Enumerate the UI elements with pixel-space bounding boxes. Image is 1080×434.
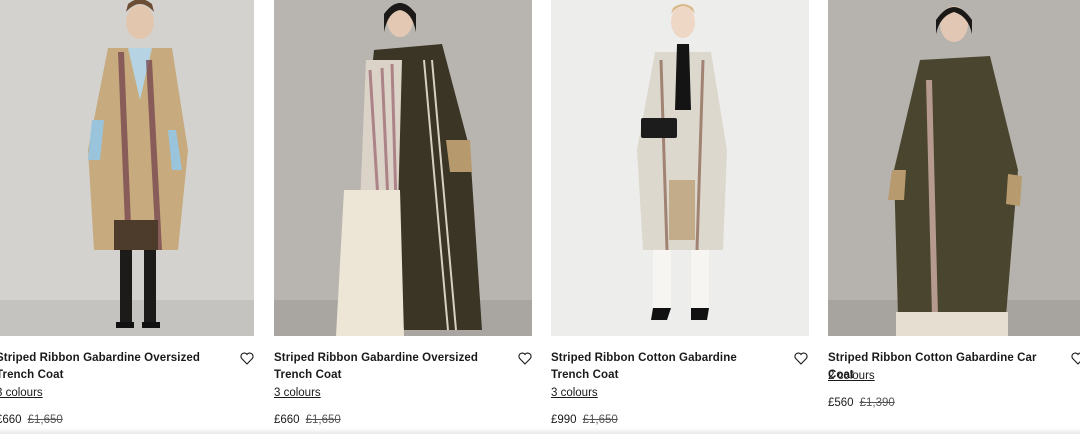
product-card[interactable]: Striped Ribbon Cotton Gabardine Trench C… bbox=[551, 0, 809, 434]
original-price: £1,650 bbox=[27, 414, 63, 426]
colour-count-link[interactable]: 3 colours bbox=[0, 386, 43, 400]
heart-outline-icon[interactable] bbox=[518, 352, 532, 365]
product-image[interactable] bbox=[274, 0, 532, 336]
heart-outline-icon[interactable] bbox=[794, 352, 808, 365]
sale-price: £560 bbox=[828, 397, 854, 409]
original-price: £1,390 bbox=[859, 397, 895, 409]
colour-count-link[interactable]: 3 colours bbox=[551, 386, 598, 400]
product-card[interactable]: Striped Ribbon Gabardine Oversized Trenc… bbox=[0, 0, 254, 434]
heart-outline-icon[interactable] bbox=[1071, 352, 1080, 365]
bottom-fade bbox=[0, 428, 1080, 434]
original-price: £1,650 bbox=[582, 414, 618, 426]
product-card[interactable]: Striped Ribbon Cotton Gabardine Car Coat… bbox=[828, 0, 1080, 434]
sale-price: £990 bbox=[551, 414, 577, 426]
product-title[interactable]: Striped Ribbon Gabardine Oversized Trenc… bbox=[274, 350, 500, 384]
product-image[interactable] bbox=[828, 0, 1080, 336]
colour-count-link[interactable]: 3 colours bbox=[274, 386, 321, 400]
price-row: £660 £1,650 bbox=[274, 413, 341, 427]
colour-count-link[interactable]: 2 colours bbox=[828, 369, 875, 383]
price-row: £660 £1,650 bbox=[0, 413, 63, 427]
price-row: £560 £1,390 bbox=[828, 396, 895, 410]
sale-price: £660 bbox=[0, 414, 22, 426]
product-grid: Striped Ribbon Gabardine Oversized Trenc… bbox=[0, 0, 1080, 434]
price-row: £990 £1,650 bbox=[551, 413, 618, 427]
product-image[interactable] bbox=[551, 0, 809, 336]
sale-price: £660 bbox=[274, 414, 300, 426]
product-card[interactable]: Striped Ribbon Gabardine Oversized Trenc… bbox=[274, 0, 532, 434]
product-title[interactable]: Striped Ribbon Cotton Gabardine Trench C… bbox=[551, 350, 777, 384]
product-image[interactable] bbox=[0, 0, 254, 336]
product-title[interactable]: Striped Ribbon Gabardine Oversized Trenc… bbox=[0, 350, 222, 384]
heart-outline-icon[interactable] bbox=[240, 352, 254, 365]
original-price: £1,650 bbox=[305, 414, 341, 426]
